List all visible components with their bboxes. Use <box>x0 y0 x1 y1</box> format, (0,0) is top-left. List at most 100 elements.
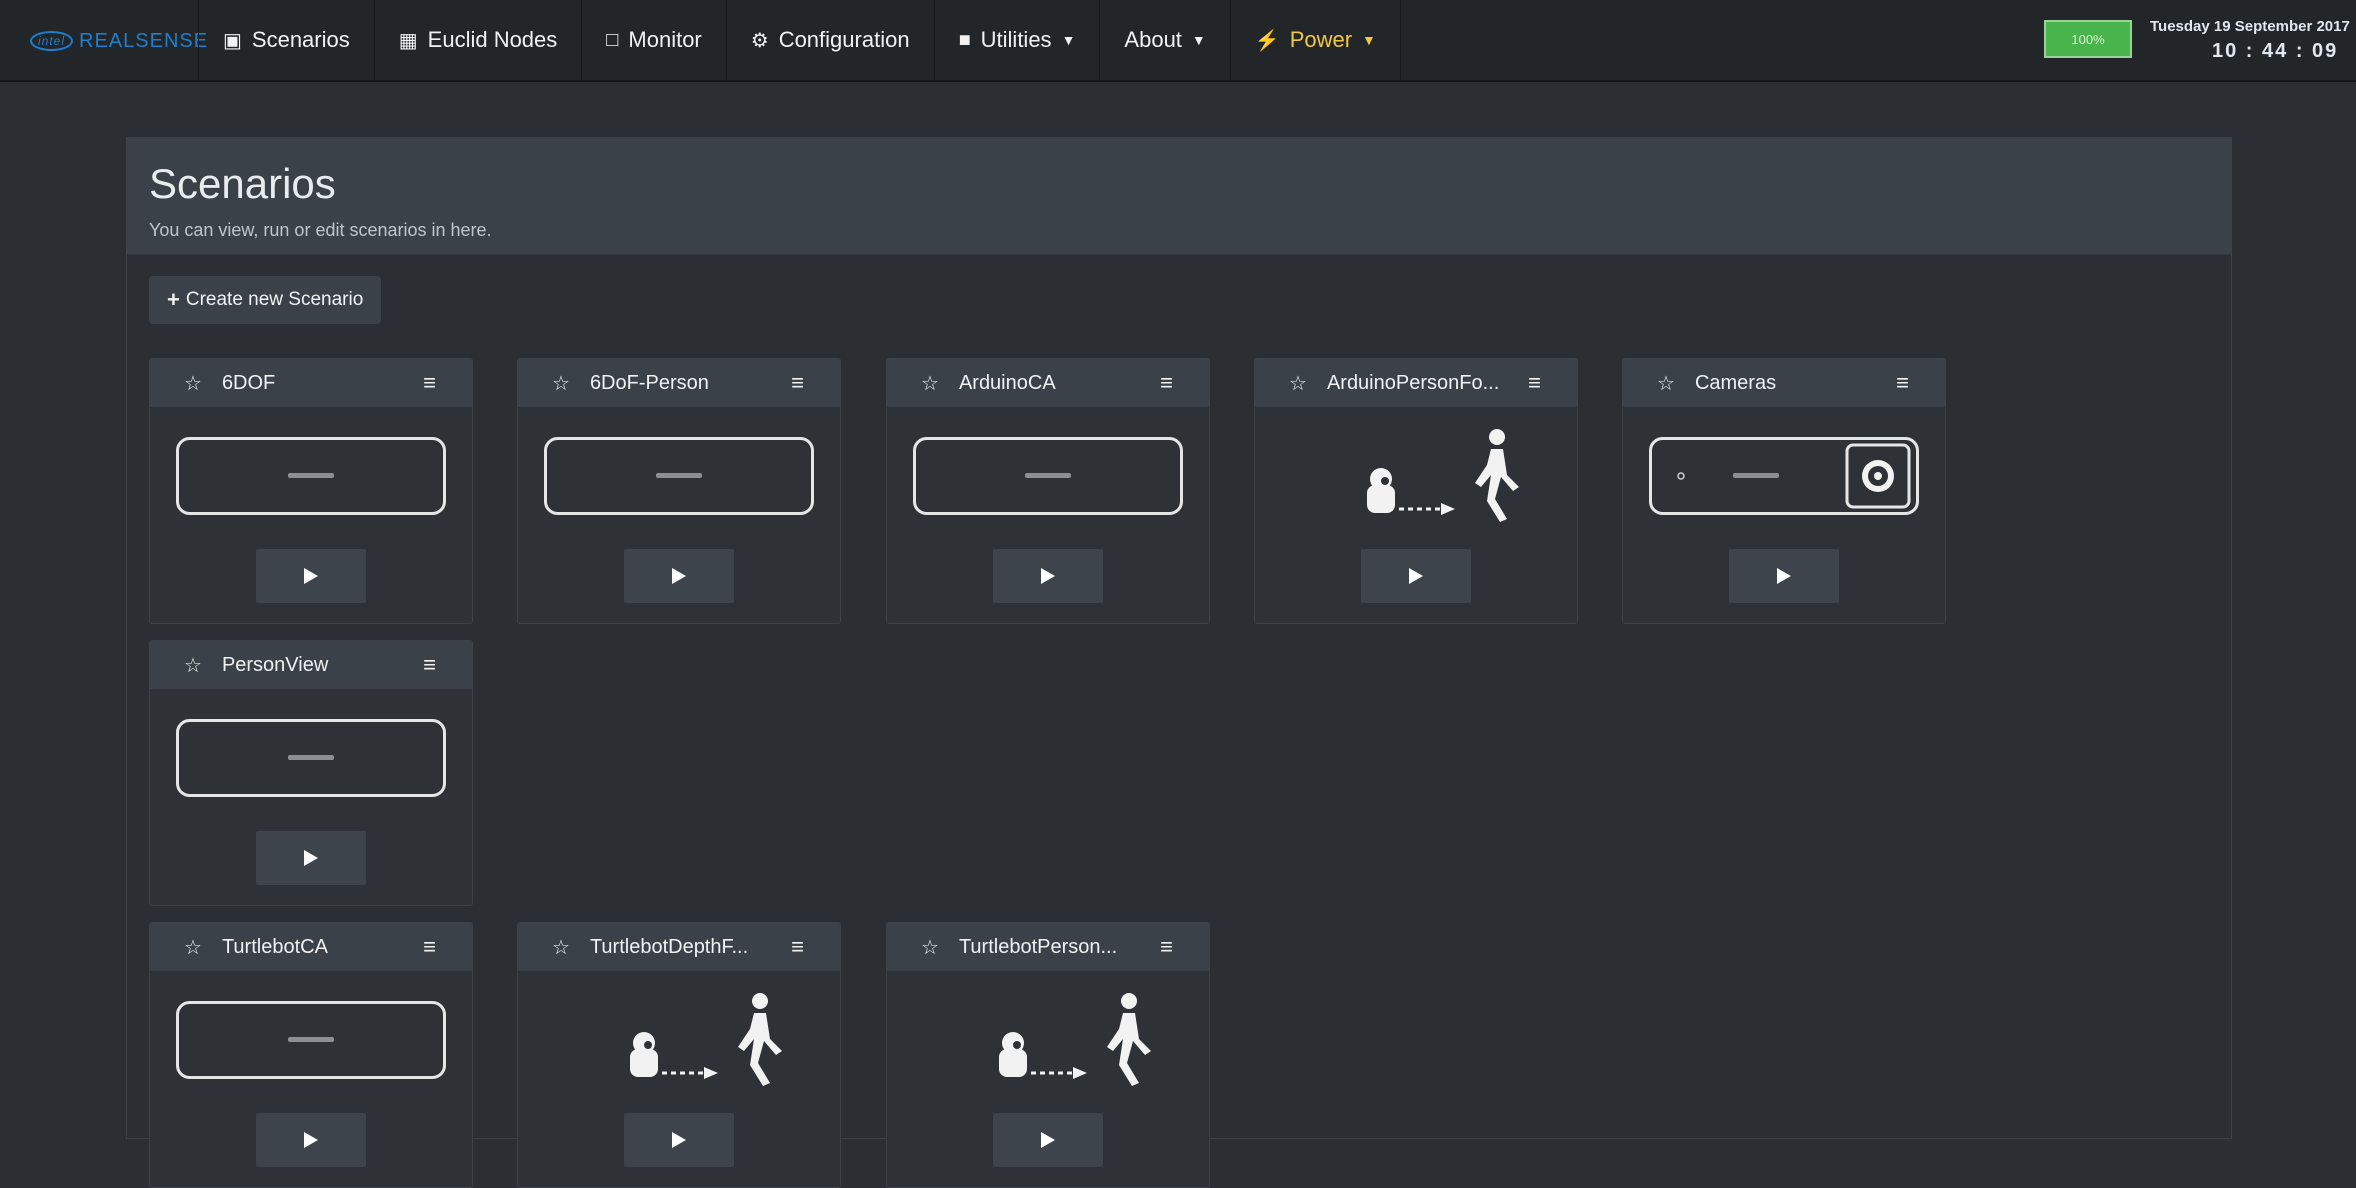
nav-power-label: Power <box>1289 27 1353 52</box>
nav-scenarios-label: Scenarios <box>251 27 350 52</box>
page-title: Scenarios <box>149 160 336 207</box>
scenario-card: ☆ Cameras ≡ <box>1622 358 1946 624</box>
nav-euclid-nodes[interactable]: ▦ Euclid Nodes <box>373 0 582 80</box>
star-icon[interactable]: ☆ <box>921 935 939 960</box>
scenarios-icon: ▣ <box>223 29 242 52</box>
nav-about[interactable]: About ▼ <box>1099 0 1229 80</box>
chevron-down-icon: ▼ <box>1061 32 1076 48</box>
scenario-card-header: ☆ TurtlebotDepthF... ≡ <box>518 923 840 971</box>
scenario-card-header: ☆ Cameras ≡ <box>1623 359 1945 407</box>
briefcase-icon: ■ <box>958 28 971 51</box>
play-icon <box>1041 1132 1055 1148</box>
scenario-card-header: ☆ 6DOF ≡ <box>150 359 472 407</box>
play-button[interactable] <box>256 831 366 885</box>
robot-follow-person-image <box>1367 429 1519 522</box>
star-icon[interactable]: ☆ <box>1657 371 1675 396</box>
play-button[interactable] <box>1361 549 1471 603</box>
star-icon[interactable]: ☆ <box>184 371 202 396</box>
nav-about-label: About <box>1124 27 1182 52</box>
scenario-name[interactable]: TurtlebotPerson... <box>959 936 1149 959</box>
play-button[interactable] <box>993 549 1103 603</box>
nav-menu: ▣ Scenarios ▦ Euclid Nodes □ Monitor ⚙ C… <box>198 0 1401 80</box>
play-icon <box>304 568 318 584</box>
scenario-name[interactable]: TurtlebotDepthF... <box>590 936 780 959</box>
gears-icon: ⚙ <box>750 29 769 52</box>
scenario-name[interactable]: ArduinoCA <box>959 372 1149 395</box>
monitor-icon: □ <box>606 28 619 51</box>
play-button[interactable] <box>256 1113 366 1167</box>
scenario-card: ☆ TurtlebotCA ≡ <box>149 922 473 1188</box>
nav-monitor-label: Monitor <box>628 27 702 52</box>
scenario-name[interactable]: TurtlebotCA <box>222 936 412 959</box>
menu-icon[interactable]: ≡ <box>423 934 436 960</box>
play-icon <box>672 568 686 584</box>
menu-icon[interactable]: ≡ <box>1160 934 1173 960</box>
current-time: 10 : 44 : 09 <box>2212 40 2339 62</box>
star-icon[interactable]: ☆ <box>921 371 939 396</box>
scenario-card-header: ☆ ArduinoCA ≡ <box>887 359 1209 407</box>
star-icon[interactable]: ☆ <box>184 935 202 960</box>
scenario-card: ☆ 6DoF-Person ≡ <box>517 358 841 624</box>
create-scenario-label: Create new Scenario <box>185 289 364 310</box>
nav-utilities[interactable]: ■ Utilities ▼ <box>933 0 1100 80</box>
star-icon[interactable]: ☆ <box>1289 371 1307 396</box>
robot-follow-person-image <box>630 993 782 1086</box>
play-button[interactable] <box>256 549 366 603</box>
play-button[interactable] <box>1729 549 1839 603</box>
scenario-name[interactable]: ArduinoPersonFo... <box>1327 372 1517 395</box>
scenario-card-header: ☆ PersonView ≡ <box>150 641 472 689</box>
menu-icon[interactable]: ≡ <box>1896 370 1909 396</box>
scenario-name[interactable]: 6DOF <box>222 372 412 395</box>
menu-icon[interactable]: ≡ <box>1528 370 1541 396</box>
nav-configuration-label: Configuration <box>778 27 910 52</box>
robot-follow-person-image <box>999 993 1151 1086</box>
bolt-icon: ⚡ <box>1254 29 1280 52</box>
nav-monitor[interactable]: □ Monitor <box>581 0 725 80</box>
panel-header: Scenarios You can view, run or edit scen… <box>127 138 2231 255</box>
create-scenario-button[interactable]: + Create new Scenario <box>149 276 382 324</box>
play-icon <box>304 850 318 866</box>
play-icon <box>672 1132 686 1148</box>
menu-icon[interactable]: ≡ <box>1160 370 1173 396</box>
chevron-down-icon: ▼ <box>1362 32 1376 48</box>
star-icon[interactable]: ☆ <box>552 371 570 396</box>
brand-name: REALSENSE <box>79 29 209 52</box>
star-icon[interactable]: ☆ <box>184 653 202 678</box>
play-button[interactable] <box>624 549 734 603</box>
realsense-logo[interactable]: intel REALSENSE <box>30 28 208 54</box>
scenario-card: ☆ ArduinoCA ≡ <box>886 358 1210 624</box>
nav-power[interactable]: ⚡ Power ▼ <box>1229 0 1401 80</box>
menu-icon[interactable]: ≡ <box>791 934 804 960</box>
nav-euclid-nodes-label: Euclid Nodes <box>427 27 558 52</box>
scenario-card: ☆ TurtlebotPerson... ≡ <box>886 922 1210 1188</box>
play-button[interactable] <box>624 1113 734 1167</box>
play-icon <box>1409 568 1423 584</box>
menu-icon[interactable]: ≡ <box>791 370 804 396</box>
realsense-camera-image <box>176 1001 446 1079</box>
battery-indicator: 100% <box>2044 20 2132 58</box>
menu-icon[interactable]: ≡ <box>423 370 436 396</box>
nav-scenarios[interactable]: ▣ Scenarios <box>198 0 374 80</box>
scenario-name[interactable]: PersonView <box>222 654 412 677</box>
menu-icon[interactable]: ≡ <box>423 652 436 678</box>
star-icon[interactable]: ☆ <box>552 935 570 960</box>
plus-icon: + <box>167 287 180 312</box>
top-navbar: intel REALSENSE ▣ Scenarios ▦ Euclid Nod… <box>0 0 2356 82</box>
scenario-card: ☆ TurtlebotDepthF... ≡ <box>517 922 841 1188</box>
scenario-card-header: ☆ TurtlebotCA ≡ <box>150 923 472 971</box>
realsense-camera-image <box>913 437 1183 515</box>
scenario-name[interactable]: Cameras <box>1695 372 1885 395</box>
nav-configuration[interactable]: ⚙ Configuration <box>725 0 934 80</box>
chevron-down-icon: ▼ <box>1191 32 1206 48</box>
play-button[interactable] <box>993 1113 1103 1167</box>
play-icon <box>1777 568 1791 584</box>
realsense-camera-image <box>176 437 446 515</box>
scenario-name[interactable]: 6DoF-Person <box>590 372 780 395</box>
realsense-camera-image <box>176 719 446 797</box>
scenarios-panel: Scenarios You can view, run or edit scen… <box>126 137 2232 1188</box>
nav-utilities-label: Utilities <box>980 27 1052 52</box>
scenario-card: ☆ ArduinoPersonFo... ≡ <box>1254 358 1578 624</box>
scenario-card: ☆ 6DOF ≡ <box>149 358 473 624</box>
realsense-camera-image <box>544 437 814 515</box>
scenario-card: ☆ PersonView ≡ <box>149 640 473 906</box>
